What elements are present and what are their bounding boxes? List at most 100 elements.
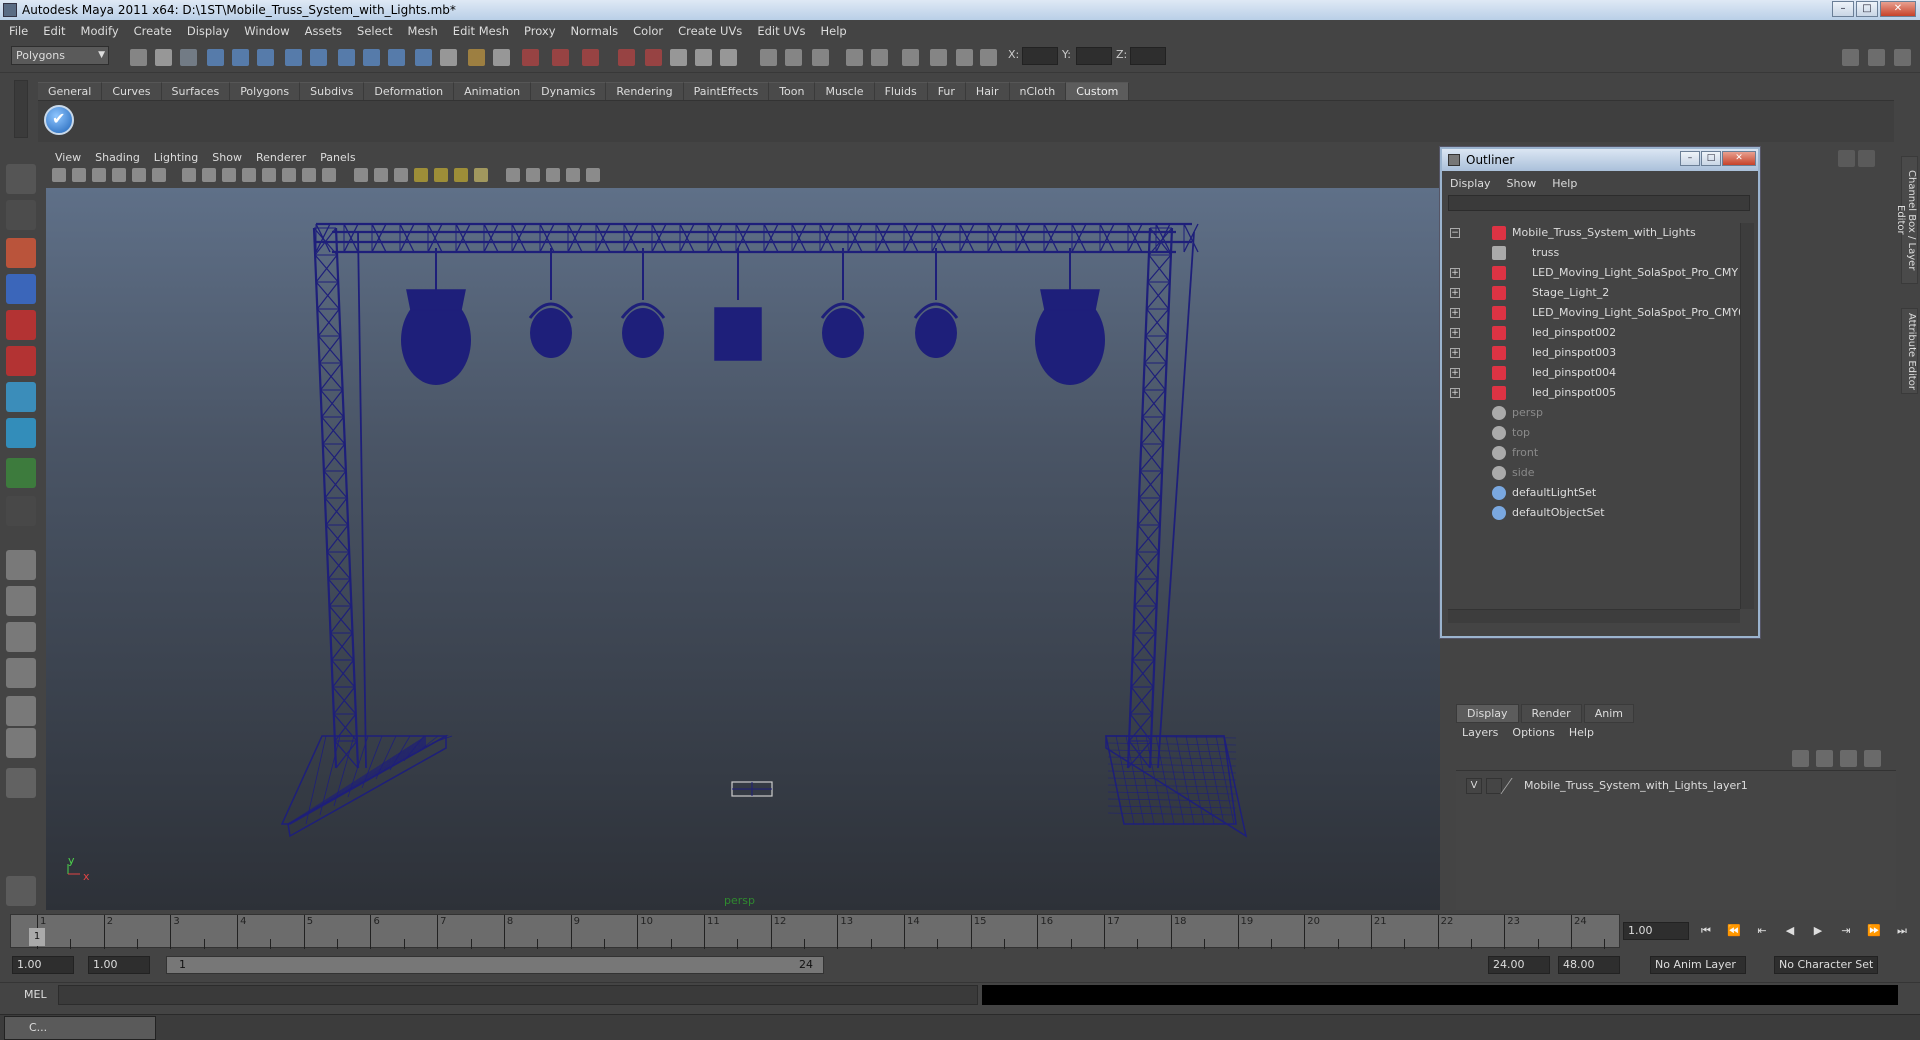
status-tool-icon[interactable] [440,49,457,66]
menu-display[interactable]: Display [187,24,229,38]
shelf-tab-muscle[interactable]: Muscle [815,82,875,100]
menu-color[interactable]: Color [633,24,663,38]
viewport-tool-icon[interactable] [262,168,276,182]
outliner-horizontal-scrollbar[interactable] [1448,609,1740,623]
step-forward-key-icon[interactable]: ⏩ [1864,922,1884,940]
expand-toggle-icon[interactable]: + [1450,308,1460,318]
minimize-button[interactable]: – [1832,1,1854,17]
menu-modify[interactable]: Modify [81,24,119,38]
toggle-panel-icon[interactable] [1842,49,1859,66]
menu-file[interactable]: File [9,24,28,38]
shelf-tab-curves[interactable]: Curves [102,82,162,100]
checkmark-icon[interactable] [44,105,74,135]
toolbox-tool-icon[interactable] [6,164,36,194]
x-field[interactable] [1022,47,1058,65]
status-tool-icon[interactable] [155,49,172,66]
shelf-tab-dynamics[interactable]: Dynamics [531,82,607,100]
close-button[interactable]: ✕ [1880,1,1916,17]
tab-attribute-editor[interactable]: Attribute Editor [1901,308,1918,394]
time-slider[interactable]: 1 2 3 4 5 6 7 8 9 10 11 12 13 14 15 16 17 18 19 20 21 22 23 24 1 [10,914,1620,949]
status-tool-icon[interactable] [552,49,569,66]
shelf-tab-toon[interactable]: Toon [769,82,816,100]
character-set-dropdown[interactable]: No Character Set [1774,956,1878,974]
layer-tab-render[interactable]: Render [1520,704,1582,723]
expand-toggle-icon[interactable]: + [1450,388,1460,398]
anim-layer-dropdown[interactable]: No Anim Layer [1650,956,1746,974]
step-forward-frame-icon[interactable]: ⇥ [1836,922,1856,940]
shelf-tab-animation[interactable]: Animation [454,82,532,100]
layer-menu-options[interactable]: Options [1512,726,1554,739]
z-field[interactable] [1130,47,1166,65]
outliner-row[interactable]: − Mobile_Truss_System_with_Lights [1448,223,1740,243]
outliner-row[interactable]: + led_pinspot004 [1448,363,1740,383]
viewport-tool-icon[interactable] [394,168,408,182]
toolbox-tool-icon[interactable] [6,876,36,906]
outliner-row[interactable]: + Stage_Light_2 [1448,283,1740,303]
new-layer-selected-icon[interactable] [1816,750,1833,767]
toolbox-tool-icon[interactable] [6,586,36,616]
viewport-tool-icon[interactable] [52,168,66,182]
menu-proxy[interactable]: Proxy [524,24,556,38]
toolbox-tool-icon[interactable] [6,728,36,758]
outliner-row[interactable]: defaultLightSet [1448,483,1740,503]
outliner-menu-show[interactable]: Show [1507,177,1537,190]
go-to-end-icon[interactable]: ⏭ [1892,922,1912,940]
toggle-channel-icon[interactable] [1894,49,1911,66]
expand-toggle-icon[interactable]: + [1450,368,1460,378]
menu-help[interactable]: Help [821,24,847,38]
shelf-tab-deformation[interactable]: Deformation [364,82,455,100]
outliner-row[interactable]: top [1448,423,1740,443]
expand-toggle-icon[interactable]: + [1450,268,1460,278]
shelf-tab-custom[interactable]: Custom [1066,82,1130,100]
status-tool-icon[interactable] [363,49,380,66]
viewport-tool-icon[interactable] [506,168,520,182]
status-tool-icon[interactable] [285,49,302,66]
status-tool-icon[interactable] [930,49,947,66]
outliner-row[interactable]: + led_pinspot005 [1448,383,1740,403]
viewport-tool-icon[interactable] [152,168,166,182]
status-tool-icon[interactable] [207,49,224,66]
viewport-menu-panels[interactable]: Panels [320,151,355,164]
maximize-button[interactable]: □ [1856,1,1878,17]
viewport-tool-icon[interactable] [222,168,236,182]
outliner-menu-display[interactable]: Display [1450,177,1491,190]
menu-select[interactable]: Select [357,24,392,38]
status-tool-icon[interactable] [670,49,687,66]
status-tool-icon[interactable] [695,49,712,66]
outliner-row[interactable]: side [1448,463,1740,483]
outliner-row[interactable]: persp [1448,403,1740,423]
toolbox-tool-icon[interactable] [6,382,36,412]
toolbox-tool-icon[interactable] [6,346,36,376]
toolbox-tool-icon[interactable] [6,418,36,448]
layer-visibility-toggle[interactable]: V [1466,778,1482,794]
toolbox-tool-icon[interactable] [6,768,36,798]
status-tool-icon[interactable] [338,49,355,66]
status-tool-icon[interactable] [388,49,405,66]
status-tool-icon[interactable] [415,49,432,66]
go-to-start-icon[interactable]: ⏮ [1696,922,1716,940]
expand-toggle-icon[interactable]: + [1450,348,1460,358]
viewport-tool-icon[interactable] [182,168,196,182]
toolbox-tool-icon[interactable] [6,458,36,488]
viewport-tool-icon[interactable] [374,168,388,182]
pin-icon[interactable] [1858,150,1875,167]
current-time-marker[interactable]: 1 [29,928,45,946]
status-tool-icon[interactable] [310,49,327,66]
taskbar-maya-button[interactable]: C... [4,1016,156,1040]
viewport-menu-shading[interactable]: Shading [95,151,140,164]
playback-start-field[interactable]: 1.00 [88,956,150,974]
outliner-row[interactable]: + led_pinspot002 [1448,323,1740,343]
menu-edit-mesh[interactable]: Edit Mesh [453,24,509,38]
outliner-title-bar[interactable]: Outliner – □ ✕ [1442,149,1758,171]
menu-normals[interactable]: Normals [571,24,619,38]
mel-label[interactable]: MEL [24,988,47,1001]
shelf-tab-fur[interactable]: Fur [927,82,966,100]
animation-end-field[interactable]: 48.00 [1558,956,1620,974]
toolbox-tool-icon[interactable] [6,696,36,726]
shelf-tab-ncloth[interactable]: nCloth [1009,82,1067,100]
viewport-tool-icon[interactable] [202,168,216,182]
viewport-menu-show[interactable]: Show [212,151,242,164]
viewport-tool-icon[interactable] [526,168,540,182]
viewport-tool-icon[interactable] [546,168,560,182]
viewport-tool-icon[interactable] [434,168,448,182]
